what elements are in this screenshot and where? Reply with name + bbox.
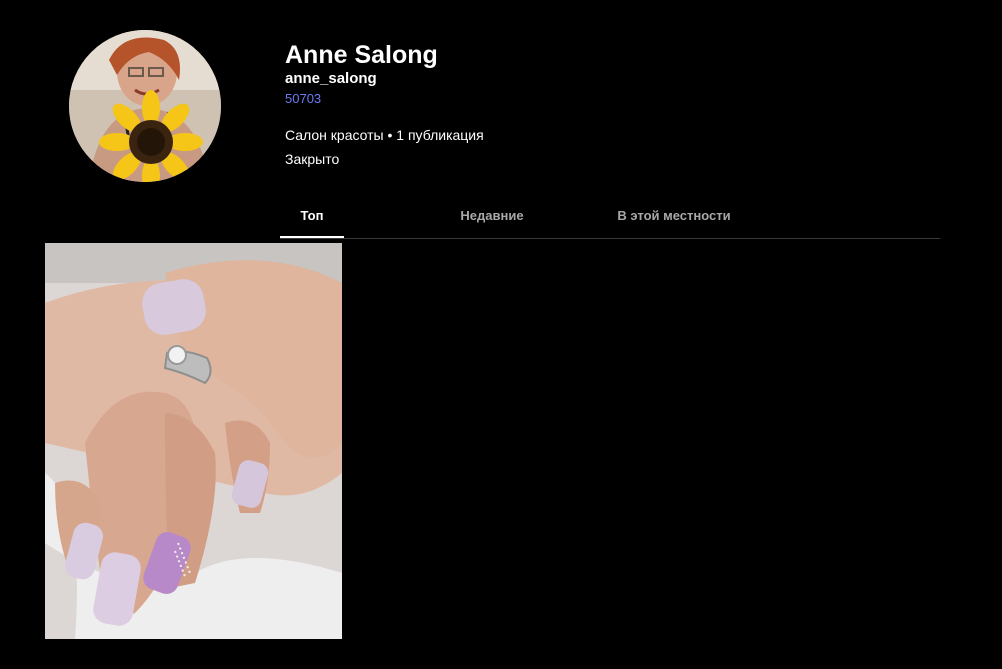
profile-display-name: Anne Salong xyxy=(285,41,438,69)
post-thumbnail[interactable] xyxy=(45,243,342,639)
posts-grid xyxy=(45,243,342,639)
profile-avatar[interactable] xyxy=(69,30,221,182)
tab-top[interactable]: Топ xyxy=(280,196,344,238)
profile-page: Anne Salong anne_salong 50703 Салон крас… xyxy=(0,0,1002,669)
tab-recent[interactable]: Недавние xyxy=(450,196,534,238)
profile-category-line: Салон красоты • 1 публикация xyxy=(285,127,484,143)
profile-count-link[interactable]: 50703 xyxy=(285,90,484,108)
avatar-photo-icon xyxy=(69,30,221,182)
tab-nearby[interactable]: В этой местности xyxy=(604,196,744,238)
tab-bar: Топ Недавние В этой местности xyxy=(280,196,940,239)
profile-info: Anne Salong anne_salong 50703 Салон крас… xyxy=(285,40,484,168)
profile-status: Закрыто xyxy=(285,151,340,167)
manicure-photo-icon xyxy=(45,243,342,639)
profile-username: anne_salong xyxy=(285,70,377,87)
